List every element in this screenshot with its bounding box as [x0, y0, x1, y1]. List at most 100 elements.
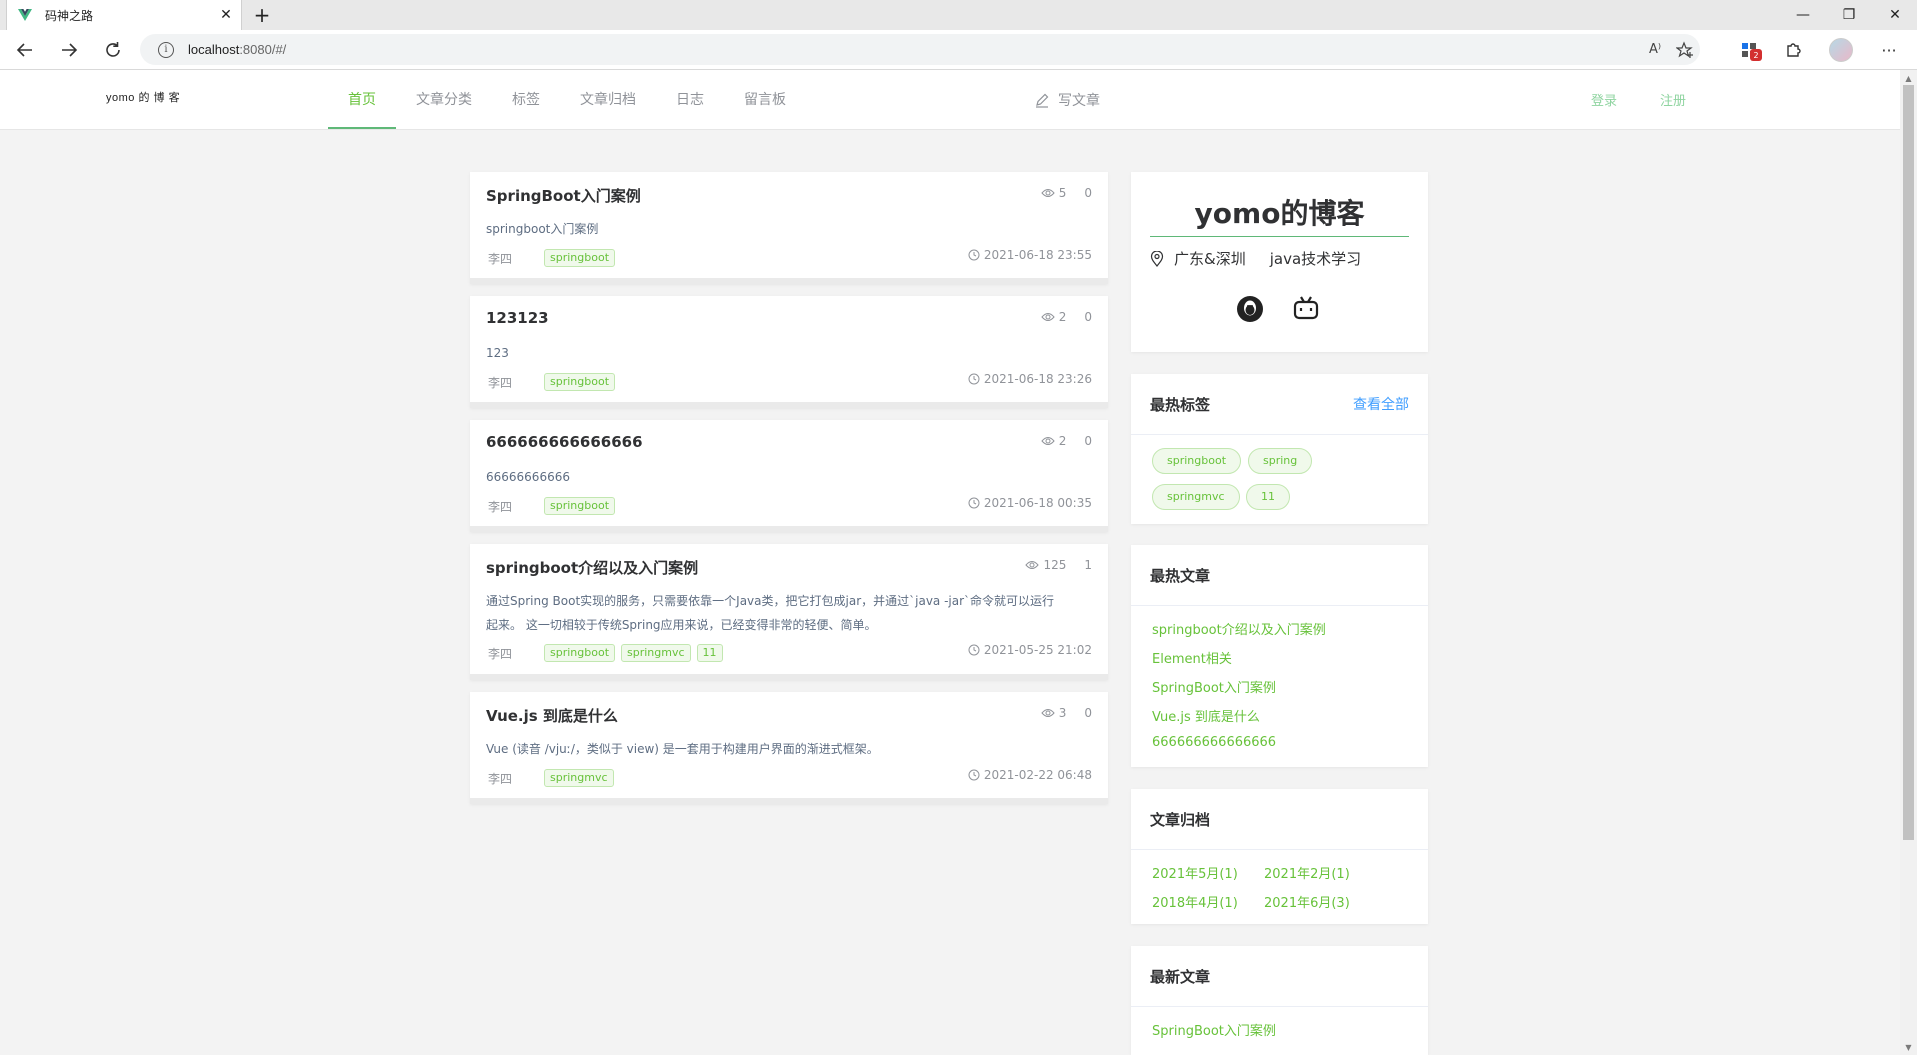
article-title[interactable]: Vue.js 到底是什么 [486, 705, 618, 726]
qq-icon[interactable] [1235, 294, 1265, 324]
article-author: 李四 [488, 251, 513, 266]
window-close-icon[interactable]: ✕ [1872, 0, 1917, 30]
article-title[interactable]: 123123 [486, 309, 549, 327]
favorite-star-icon[interactable] [1670, 34, 1700, 65]
hot-article-link[interactable]: Element相关 [1152, 648, 1232, 667]
view-count: 3 [1058, 706, 1067, 720]
article-stats: 125 1 [1025, 558, 1092, 572]
minimize-icon[interactable]: — [1780, 0, 1826, 30]
register-link[interactable]: 注册 [1660, 70, 1686, 130]
clock-icon [968, 373, 980, 385]
hot-article-link[interactable]: 666666666666666 [1152, 735, 1276, 750]
forward-icon[interactable] [54, 35, 84, 65]
browser-tab-bar: 码神之路 ✕ + — ❐ ✕ [0, 0, 1917, 30]
reload-icon[interactable] [98, 35, 128, 65]
article-tag[interactable]: springboot [544, 249, 616, 267]
hot-tag[interactable]: springmvc [1152, 484, 1240, 510]
article-stats: 5 0 [1041, 186, 1092, 200]
article-card[interactable]: springboot介绍以及入门案例 125 1 通过Spring Boot实现… [470, 544, 1108, 680]
comment-count: 0 [1084, 186, 1092, 200]
nav-archives[interactable]: 文章归档 [568, 70, 648, 129]
close-tab-icon[interactable]: ✕ [215, 4, 237, 26]
write-article-button[interactable]: 写文章 [1034, 70, 1100, 130]
bilibili-icon[interactable] [1291, 294, 1321, 324]
archive-link[interactable]: 2021年2月(1) [1264, 863, 1350, 882]
vue-logo-icon [17, 7, 33, 23]
nav-categories[interactable]: 文章分类 [404, 70, 484, 129]
login-link[interactable]: 登录 [1591, 70, 1617, 130]
new-articles-card: 最新文章 SpringBoot入门案例 [1131, 946, 1428, 1055]
article-summary: 通过Spring Boot实现的服务，只需要依靠一个Java类，把它打包成jar… [486, 589, 1086, 637]
article-title[interactable]: 666666666666666 [486, 433, 643, 451]
url-bar[interactable]: i localhost:8080/#/ A⁾ [140, 34, 1700, 65]
article-tag[interactable]: springboot [544, 644, 616, 662]
site-logo[interactable]: yomo 的 博 客 [106, 89, 180, 105]
article-meta: 李四 springboot [486, 497, 621, 515]
new-article-link[interactable]: SpringBoot入门案例 [1152, 1020, 1276, 1039]
article-card[interactable]: Vue.js 到底是什么 3 0 Vue (读音 /vjuː/，类似于 view… [470, 692, 1108, 804]
article-author: 李四 [488, 375, 513, 390]
article-tag[interactable]: springboot [544, 373, 616, 391]
hot-article-link[interactable]: springboot介绍以及入门案例 [1152, 619, 1326, 638]
nav-message-board[interactable]: 留言板 [732, 70, 798, 129]
scroll-up-icon[interactable]: ▲ [1904, 74, 1913, 83]
profile-location: 广东&深圳 [1174, 250, 1246, 268]
comment-count: 1 [1084, 558, 1092, 572]
more-menu-icon[interactable]: ··· [1874, 35, 1904, 65]
social-links [1235, 294, 1347, 324]
eye-icon [1041, 436, 1055, 446]
clock-icon [968, 769, 980, 781]
article-tag[interactable]: springmvc [544, 769, 614, 787]
new-tab-icon[interactable]: + [250, 3, 274, 27]
read-aloud-icon[interactable]: A⁾ [1640, 34, 1670, 65]
archive-link[interactable]: 2018年4月(1) [1152, 892, 1238, 911]
card-title: 最热文章 [1150, 567, 1211, 585]
article-title[interactable]: springboot介绍以及入门案例 [486, 557, 698, 578]
restore-icon[interactable]: ❐ [1826, 0, 1872, 30]
hot-tag[interactable]: spring [1248, 448, 1313, 474]
view-all-link[interactable]: 查看全部 [1353, 394, 1409, 414]
scrollbar-thumb[interactable] [1903, 85, 1914, 840]
hot-article-link[interactable]: SpringBoot入门案例 [1152, 677, 1276, 696]
site-header: yomo 的 博 客 首页 文章分类 标签 文章归档 日志 留言板 写文章 登录… [0, 70, 1900, 130]
eye-icon [1041, 188, 1055, 198]
card-header: 最热标签 查看全部 [1131, 374, 1428, 435]
eye-icon [1025, 560, 1040, 570]
article-title[interactable]: SpringBoot入门案例 [486, 185, 641, 206]
article-card[interactable]: 123123 2 0 123 李四 springboot 2021-06-18 … [470, 296, 1108, 408]
clock-icon [968, 497, 980, 509]
article-card[interactable]: 666666666666666 2 0 66666666666 李四 sprin… [470, 420, 1108, 532]
archives-card: 文章归档 2021年5月(1) 2021年2月(1) 2018年4月(1) 20… [1131, 789, 1428, 924]
nav-log[interactable]: 日志 [664, 70, 716, 129]
hot-article-link[interactable]: Vue.js 到底是什么 [1152, 706, 1260, 725]
extensions-icon[interactable] [1778, 35, 1808, 65]
article-tag[interactable]: springboot [544, 497, 616, 515]
article-date: 2021-06-18 00:35 [968, 496, 1092, 510]
browser-tab[interactable]: 码神之路 ✕ [6, 0, 242, 30]
nav-home[interactable]: 首页 [328, 70, 396, 129]
hot-tag[interactable]: springboot [1152, 448, 1242, 474]
article-tag[interactable]: 11 [696, 644, 723, 662]
archive-link[interactable]: 2021年6月(3) [1264, 892, 1350, 911]
nav-tags[interactable]: 标签 [500, 70, 552, 129]
profile-avatar[interactable] [1826, 35, 1856, 65]
article-summary: 123 [486, 346, 509, 360]
archive-link[interactable]: 2021年5月(1) [1152, 863, 1238, 882]
hot-tag[interactable]: 11 [1246, 484, 1290, 510]
article-meta: 李四 springboot [486, 249, 621, 267]
article-tag[interactable]: springmvc [621, 644, 691, 662]
collections-icon[interactable]: 2 [1734, 35, 1764, 65]
extension-badge: 2 [1750, 49, 1762, 61]
write-article-label: 写文章 [1058, 93, 1100, 109]
article-card[interactable]: SpringBoot入门案例 5 0 springboot入门案例 李四 spr… [470, 172, 1108, 284]
hot-tags-card: 最热标签 查看全部 springboot spring springmvc 11 [1131, 374, 1428, 524]
article-summary: Vue (读音 /vjuː/，类似于 view) 是一套用于构建用户界面的渐进式… [486, 742, 879, 756]
article-summary: 66666666666 [486, 470, 570, 484]
url-text: localhost:8080/#/ [188, 42, 287, 57]
site-info-icon[interactable]: i [158, 41, 174, 58]
scroll-down-icon[interactable]: ▼ [1904, 1043, 1913, 1052]
summary-line: 起来。 这一切相较于传统Spring应用来说，已经变得非常的轻便、简单。 [486, 618, 877, 632]
profile-motto: java技术学习 [1269, 250, 1362, 268]
article-date: 2021-05-25 21:02 [968, 643, 1092, 657]
back-icon[interactable] [10, 35, 40, 65]
